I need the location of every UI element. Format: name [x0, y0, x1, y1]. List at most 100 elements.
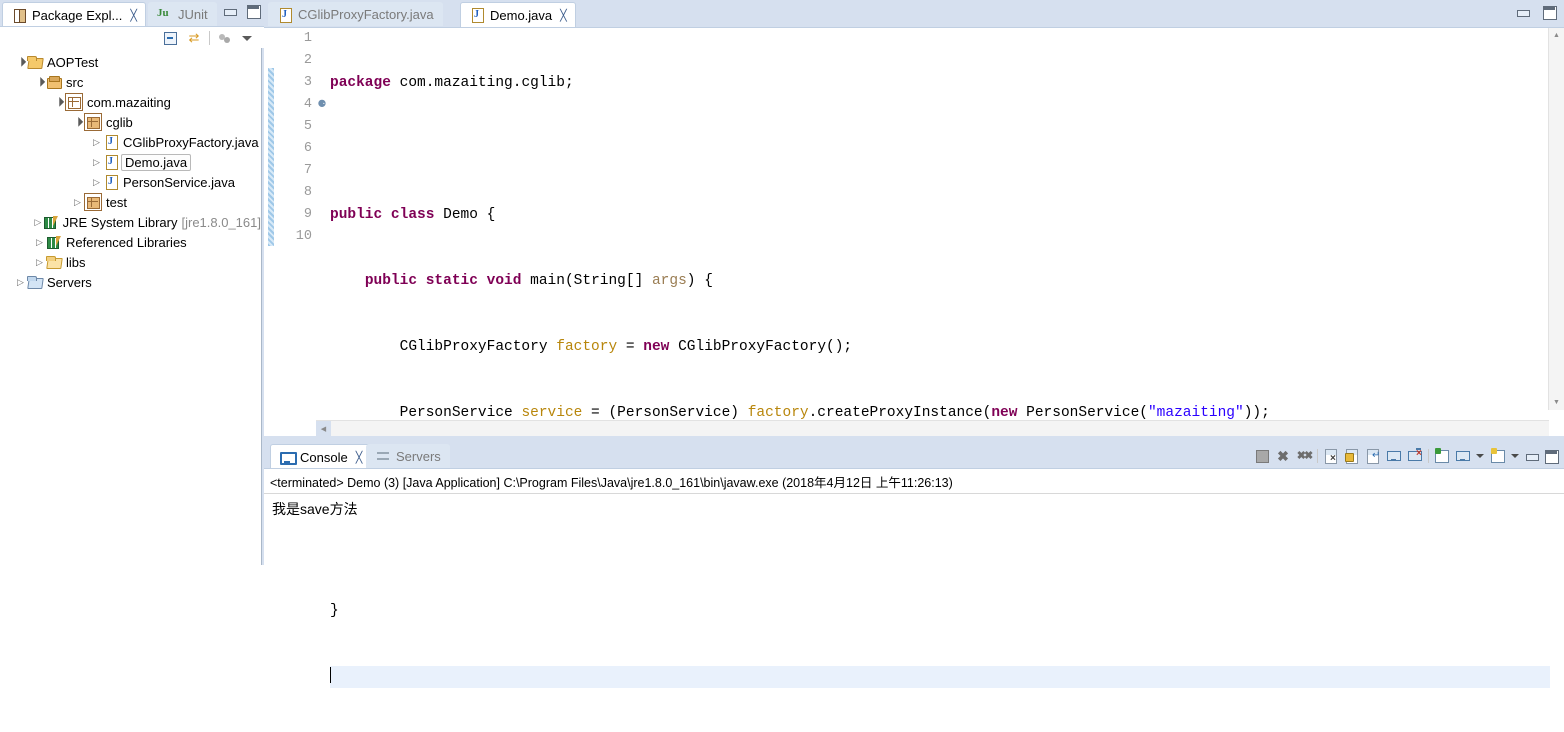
tab-demo-java[interactable]: Demo.java ╳ [460, 2, 576, 27]
chevron-down-icon[interactable] [1476, 448, 1485, 464]
editor-vertical-scrollbar[interactable]: ▲ ▼ [1548, 28, 1564, 410]
expand-arrow-icon[interactable] [71, 117, 84, 128]
console-panel: Console ╳ Servers ✖ ✖✖ × ↵ × <terminated… [264, 442, 1564, 565]
scroll-up-icon[interactable]: ▲ [1549, 28, 1564, 43]
scroll-down-icon[interactable]: ▼ [1549, 395, 1564, 410]
project-tree[interactable]: AOPTest src com.mazaiting cglib CGlibPro [0, 48, 262, 565]
new-console-view-button[interactable] [1490, 448, 1506, 464]
collapse-all-icon[interactable] [163, 30, 179, 46]
tree-item-referenced-libraries[interactable]: Referenced Libraries [0, 232, 261, 252]
tab-label: Console [300, 449, 348, 465]
tree-item-label: src [66, 74, 84, 90]
expand-arrow-icon[interactable] [90, 157, 103, 168]
expand-arrow-icon[interactable] [33, 217, 43, 228]
editor-horizontal-scrollbar[interactable]: ◀ [316, 420, 1549, 436]
java-file-icon [103, 174, 119, 190]
tree-item-servers[interactable]: Servers [0, 272, 261, 292]
tab-label: JUnit [178, 7, 208, 22]
eclipse-workbench: Package Expl... ╳ Ju JUnit ⇄ AOPTe [0, 0, 1564, 688]
maximize-icon[interactable] [246, 4, 261, 19]
expand-arrow-icon[interactable] [90, 137, 103, 148]
tree-item-com-mazaiting[interactable]: com.mazaiting [0, 92, 261, 112]
tab-junit[interactable]: Ju JUnit [148, 2, 217, 26]
tab-servers-view[interactable]: Servers [366, 444, 450, 468]
editor-body: 1 2 3 4 5 6 7 8 9 10 ⚈ package com.mazai… [264, 27, 1564, 688]
show-console-on-error-button[interactable] [1407, 448, 1423, 464]
chevron-down-icon[interactable] [1511, 448, 1520, 464]
view-menu-icon[interactable] [217, 30, 233, 46]
tree-item-src[interactable]: src [0, 72, 261, 92]
open-console-button[interactable] [1434, 448, 1450, 464]
tab-cglibproxyfactory-java[interactable]: CGlibProxyFactory.java [268, 2, 443, 26]
close-icon[interactable]: ╳ [560, 9, 567, 22]
tree-item-cglibproxyfactory-java[interactable]: CGlibProxyFactory.java [0, 132, 261, 152]
code-line: } [330, 603, 339, 619]
close-icon[interactable]: ╳ [130, 9, 137, 22]
tree-item-test[interactable]: test [0, 192, 261, 212]
expand-arrow-icon[interactable] [14, 57, 27, 68]
maximize-icon[interactable] [1542, 5, 1557, 20]
tree-item-label: cglib [106, 114, 133, 130]
tab-package-explorer[interactable]: Package Expl... ╳ [2, 2, 146, 27]
tab-label: Package Expl... [32, 7, 123, 23]
remove-all-terminated-button[interactable]: ✖✖ [1296, 448, 1313, 464]
library-icon [46, 234, 62, 250]
view-dropdown-icon[interactable] [240, 30, 254, 46]
expand-arrow-icon[interactable] [33, 257, 46, 268]
console-body[interactable]: <terminated> Demo (3) [Java Application]… [264, 468, 1564, 565]
expand-arrow-icon[interactable] [14, 277, 27, 288]
package-icon [84, 193, 102, 211]
line-number: 3 [303, 75, 312, 90]
maximize-icon[interactable] [1544, 449, 1559, 464]
package-empty-icon [65, 93, 83, 111]
tree-item-aoptest[interactable]: AOPTest [0, 52, 261, 72]
tab-console[interactable]: Console ╳ [270, 444, 372, 469]
scroll-left-icon[interactable]: ◀ [316, 421, 331, 436]
minimize-icon[interactable] [223, 4, 237, 18]
line-number-ruler: 1 2 3 4 5 6 7 8 9 10 [276, 28, 316, 410]
minimize-icon[interactable] [1525, 449, 1539, 463]
code-line: CGlibProxyFactory factory = new CGlibPro… [330, 339, 853, 355]
line-number: 9 [303, 207, 312, 222]
expand-arrow-icon[interactable] [71, 197, 84, 208]
expand-arrow-icon[interactable] [33, 77, 46, 88]
servers-folder-icon [27, 274, 43, 290]
fold-collapse-icon[interactable]: ⚈ [316, 94, 328, 116]
clear-console-button[interactable] [1323, 448, 1339, 464]
package-explorer-icon [11, 7, 27, 23]
line-number: 10 [295, 229, 312, 244]
scroll-lock-button[interactable] [1344, 448, 1360, 464]
line-number: 4 [303, 97, 312, 112]
code-line: public static void main(String[] args) { [364, 273, 713, 289]
line-number: 5 [303, 119, 312, 134]
expand-arrow-icon[interactable] [90, 177, 103, 188]
tree-item-label: PersonService.java [123, 174, 235, 190]
package-icon [84, 113, 102, 131]
java-file-icon [469, 7, 485, 23]
close-icon[interactable]: ╳ [356, 451, 363, 464]
tree-item-demo-java[interactable]: Demo.java [0, 152, 261, 172]
tree-item-libs[interactable]: libs [0, 252, 261, 272]
link-with-editor-icon[interactable]: ⇄ [186, 30, 202, 46]
left-panel-tabstrip: Package Expl... ╳ Ju JUnit [0, 0, 264, 27]
code-line: package com.mazaiting.cglib; [330, 75, 574, 91]
display-selected-console-button[interactable] [1455, 448, 1471, 464]
expand-arrow-icon[interactable] [52, 97, 65, 108]
code-text-area[interactable]: package com.mazaiting.cglib; public clas… [330, 28, 1550, 688]
terminate-button[interactable] [1254, 448, 1270, 464]
tab-label: Demo.java [490, 7, 553, 23]
tree-item-jre-system-library[interactable]: JRE System Library [jre1.8.0_161] [0, 212, 261, 232]
expand-arrow-icon[interactable] [33, 237, 46, 248]
remove-launch-button[interactable]: ✖ [1275, 448, 1291, 464]
minimize-icon[interactable] [1516, 5, 1530, 19]
package-explorer-toolbar: ⇄ [0, 26, 264, 48]
editor-tabstrip: CGlibProxyFactory.java Demo.java ╳ [264, 0, 1564, 27]
word-wrap-button[interactable] [1365, 448, 1381, 464]
project-folder-icon [27, 54, 43, 70]
show-console-on-output-button[interactable] [1386, 448, 1402, 464]
tree-item-cglib[interactable]: cglib [0, 112, 261, 132]
toolbar-separator [1428, 449, 1429, 463]
tree-item-personservice-java[interactable]: PersonService.java [0, 172, 261, 192]
toolbar-separator [209, 30, 210, 45]
